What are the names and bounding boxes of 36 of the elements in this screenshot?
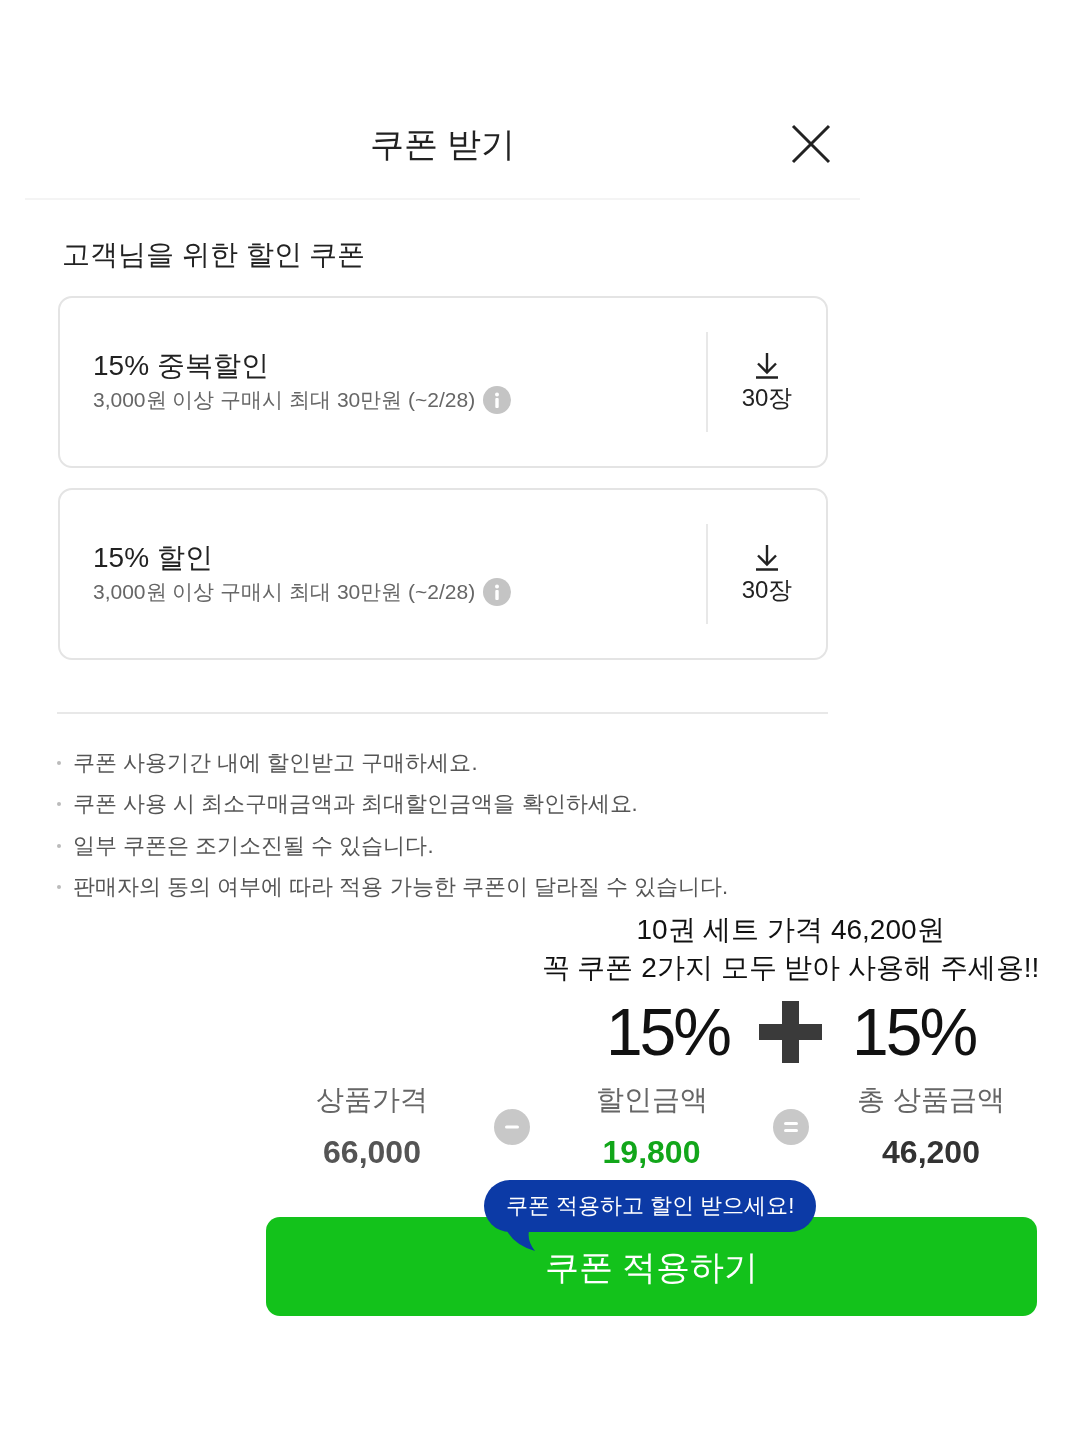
note-text: 쿠폰 사용 시 최소구매금액과 최대할인금액을 확인하세요.: [73, 790, 638, 819]
note-text: 쿠폰 사용기간 내에 할인받고 구매하세요.: [73, 748, 478, 777]
download-icon: [754, 351, 780, 379]
price-label: 총 상품금액: [857, 1083, 1005, 1117]
price-label: 할인금액: [595, 1083, 708, 1117]
percent-text: 15%: [605, 994, 729, 1070]
download-icon: [754, 543, 780, 571]
caption-text: 10권 세트 가격 46,200원: [636, 913, 945, 947]
coupon-condition: 3,000원 이상 구매시 최대 30만원 (~2/28): [93, 579, 476, 605]
bullet-icon: [57, 885, 61, 890]
coupon-title: 15% 중복할인: [93, 349, 269, 383]
minus-icon: [493, 1109, 530, 1145]
price-label: 상품가격: [316, 1083, 428, 1117]
download-button[interactable]: 30장: [706, 332, 826, 432]
bullet-icon: [57, 802, 61, 807]
bullet-icon: [57, 843, 61, 848]
bullet-icon: [57, 760, 61, 765]
plus-icon: [759, 1001, 822, 1063]
tooltip-tail-icon: [507, 1231, 535, 1251]
percent-text: 15%: [852, 994, 976, 1070]
info-icon[interactable]: [483, 386, 512, 414]
close-icon: [791, 124, 831, 164]
price-value: 19,800: [602, 1133, 701, 1172]
caption-text: 꼭 쿠폰 2가지 모두 받아 사용해 주세용!!: [541, 951, 1040, 985]
close-button[interactable]: [791, 124, 831, 164]
price-value: 66,000: [323, 1133, 421, 1172]
info-icon[interactable]: [483, 578, 512, 606]
coupon-condition: 3,000원 이상 구매시 최대 30만원 (~2/28): [93, 387, 476, 413]
note-text: 판매자의 동의 여부에 따라 적용 가능한 쿠폰이 달라질 수 있습니다.: [73, 873, 729, 902]
note-text: 일부 쿠폰은 조기소진될 수 있습니다.: [73, 831, 434, 860]
price-value: 46,200: [882, 1133, 980, 1172]
download-button[interactable]: 30장: [706, 524, 826, 624]
section-title: 고객님을 위한 할인 쿠폰: [62, 238, 366, 272]
modal-title: 쿠폰 받기: [369, 124, 516, 165]
equals-icon: [773, 1109, 810, 1145]
coupon-title: 15% 할인: [93, 541, 213, 575]
